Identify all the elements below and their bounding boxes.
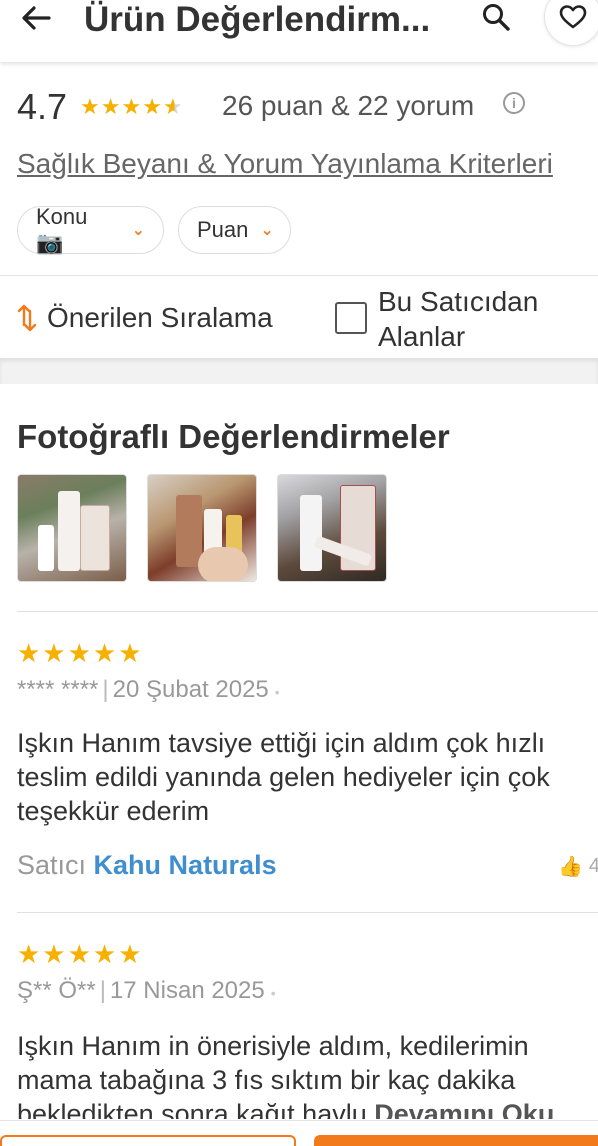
reviewer-name: Ş** Ö** bbox=[17, 977, 96, 1004]
review-photo-thumbnail[interactable] bbox=[277, 474, 387, 582]
meta-separator: | bbox=[102, 676, 109, 703]
sort-label: Önerilen Sıralama bbox=[47, 302, 273, 333]
search-icon bbox=[483, 4, 510, 31]
reviewer-name: **** **** bbox=[17, 676, 99, 703]
filter-topic-label: Konu 📷 bbox=[36, 204, 88, 255]
filter-score-label: Puan bbox=[197, 217, 249, 242]
rating-stars: ★★★★★ bbox=[80, 94, 184, 120]
review-meta: **** **** | 20 Şubat 2025 • bbox=[17, 676, 280, 704]
product-tube bbox=[38, 525, 54, 571]
star-icon: ★ bbox=[80, 94, 101, 119]
search-button[interactable] bbox=[476, 0, 516, 34]
secondary-action-button[interactable] bbox=[0, 1135, 296, 1146]
section-separator bbox=[0, 358, 598, 384]
meta-dot: • bbox=[274, 684, 280, 700]
review-date: 20 Şubat 2025 bbox=[112, 676, 269, 703]
product-bottle bbox=[176, 495, 202, 567]
read-more-link[interactable]: Devamını Oku bbox=[374, 1099, 554, 1119]
average-rating: 4.7 bbox=[17, 86, 68, 127]
meta-dot: • bbox=[270, 985, 276, 1001]
product-bottle bbox=[58, 491, 80, 571]
review-stars: ★★★★★ bbox=[17, 939, 144, 969]
seller-only-checkbox[interactable] bbox=[335, 302, 367, 334]
half-star-icon: ★ bbox=[162, 94, 184, 119]
app-header: Ürün Değerlendirm... bbox=[0, 0, 598, 62]
sort-button[interactable]: Önerilen Sıralama bbox=[17, 302, 273, 334]
review-card: ★★★★★ Ş** Ö** | 17 Nisan 2025 • Işkın Hanım… bbox=[0, 913, 598, 1120]
rating-counts: 26 puan & 22 yorum bbox=[222, 90, 475, 121]
review-card: ★★★★★ **** **** | 20 Şubat 2025 • Işkın Han… bbox=[0, 612, 598, 912]
thumbs-up-icon: 👍 bbox=[558, 856, 583, 878]
bottom-action-bar bbox=[0, 1120, 598, 1146]
photo-reviews-section: Fotoğraflı Değerlendirmeler bbox=[0, 384, 598, 612]
product-box bbox=[80, 505, 110, 571]
review-photo-thumbnail[interactable] bbox=[17, 474, 127, 582]
meta-separator: | bbox=[99, 977, 106, 1004]
back-button[interactable] bbox=[16, 0, 56, 36]
seller-prefix: Satıcı bbox=[17, 850, 87, 880]
review-meta: Ş** Ö** | 17 Nisan 2025 • bbox=[17, 977, 276, 1005]
review-date: 17 Nisan 2025 bbox=[109, 977, 265, 1004]
criteria-link[interactable]: Sağlık Beyanı & Yorum Yayınlama Kriterle… bbox=[17, 148, 553, 180]
favorite-button[interactable] bbox=[544, 0, 598, 46]
seller-only-label[interactable]: Bu Satıcıdan Alanlar bbox=[378, 284, 588, 354]
like-button[interactable]: 👍 4 bbox=[558, 854, 598, 879]
star-icon: ★ bbox=[142, 94, 163, 119]
heart-icon bbox=[559, 5, 587, 29]
hand-shape bbox=[198, 547, 248, 581]
primary-action-button[interactable] bbox=[314, 1135, 598, 1146]
divider bbox=[0, 275, 598, 276]
review-photo-thumbnail[interactable] bbox=[147, 474, 257, 582]
review-stars: ★★★★★ bbox=[17, 638, 144, 668]
chevron-down-icon: ⌄ bbox=[260, 222, 274, 239]
page-title: Ürün Değerlendirm... bbox=[84, 0, 431, 39]
review-text: Işkın Hanım in önerisiyle aldım, kediler… bbox=[17, 1029, 582, 1119]
star-icon: ★ bbox=[121, 94, 143, 119]
filter-topic-chip[interactable]: Konu 📷 ⌄ bbox=[17, 204, 164, 255]
more-options-icon[interactable]: ⋮ bbox=[592, 939, 598, 960]
photo-reviews-title: Fotoğraflı Değerlendirmeler bbox=[17, 418, 450, 455]
review-text: Işkın Hanım tavsiye ettiği için aldım ço… bbox=[17, 728, 550, 826]
seller-link[interactable]: Kahu Naturals bbox=[94, 850, 277, 880]
review-seller: Satıcı Kahu Naturals bbox=[17, 850, 277, 881]
rating-summary: 4.7 ★★★★★ 26 puan & 22 yorum i Sağlık Be… bbox=[0, 62, 598, 358]
filter-score-chip[interactable]: Puan ⌄ bbox=[178, 206, 291, 254]
arrow-left-icon bbox=[22, 6, 51, 30]
chevron-down-icon: ⌄ bbox=[131, 222, 145, 239]
like-count: 4 bbox=[588, 855, 598, 877]
more-options-icon[interactable]: ⋮ bbox=[592, 638, 598, 659]
info-icon[interactable]: i bbox=[503, 92, 525, 114]
star-icon: ★ bbox=[100, 94, 122, 119]
product-bottle bbox=[300, 495, 322, 571]
sort-arrows-icon bbox=[17, 304, 37, 332]
